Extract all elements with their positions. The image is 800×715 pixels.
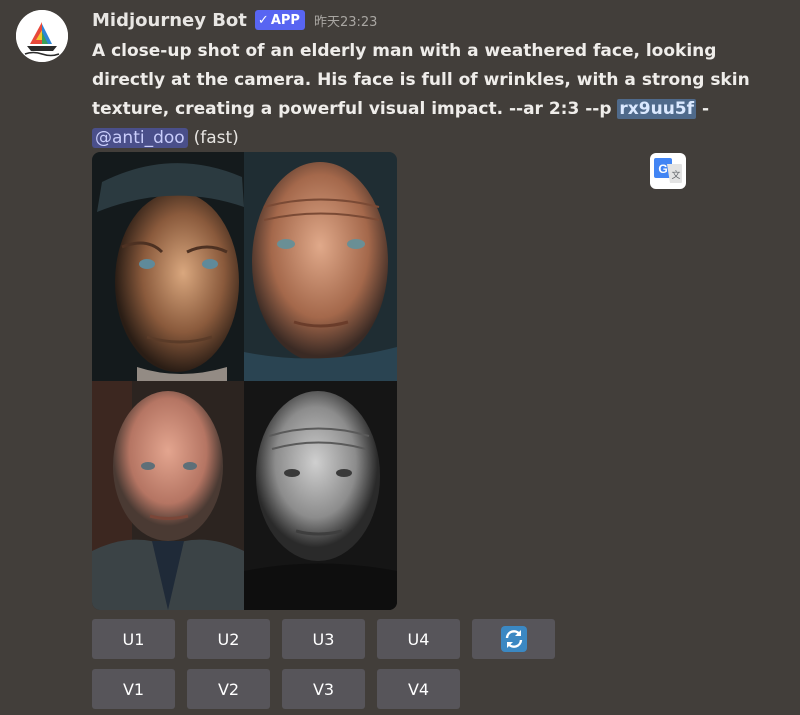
speed-label: (fast) bbox=[193, 128, 239, 148]
image-portrait-3[interactable] bbox=[92, 381, 244, 610]
upscale-button-4[interactable]: U4 bbox=[377, 619, 460, 659]
badge-label: APP bbox=[270, 12, 300, 28]
upscale-button-2[interactable]: U2 bbox=[187, 619, 270, 659]
svg-text:文: 文 bbox=[671, 169, 680, 180]
variation-button-4[interactable]: V4 bbox=[377, 669, 460, 709]
message-header: Midjourney Bot ✓ APP 昨天23:23 bbox=[92, 8, 377, 32]
variation-button-1[interactable]: V1 bbox=[92, 669, 175, 709]
job-id: rx9uu5f bbox=[617, 99, 697, 119]
image-grid[interactable] bbox=[92, 152, 397, 610]
reroll-button[interactable] bbox=[472, 619, 555, 659]
refresh-icon bbox=[500, 626, 527, 652]
upscale-button-row: U1 U2 U3 U4 bbox=[92, 619, 567, 659]
variation-button-2[interactable]: V2 bbox=[187, 669, 270, 709]
bot-avatar[interactable] bbox=[16, 10, 68, 62]
chat-message: Midjourney Bot ✓ APP 昨天23:23 A close-up … bbox=[0, 0, 800, 715]
translate-button[interactable]: G 文 bbox=[650, 153, 686, 189]
message-content: A close-up shot of an elderly man with a… bbox=[92, 37, 772, 153]
image-portrait-4[interactable] bbox=[244, 381, 397, 610]
check-icon: ✓ bbox=[257, 12, 269, 28]
separator: - bbox=[696, 99, 710, 119]
svg-text:G: G bbox=[658, 162, 667, 176]
user-mention[interactable]: @anti_doo bbox=[92, 128, 188, 148]
variation-button-row: V1 V2 V3 V4 bbox=[92, 669, 472, 709]
image-portrait-1[interactable] bbox=[92, 152, 244, 381]
timestamp: 昨天23:23 bbox=[313, 14, 378, 30]
variation-button-3[interactable]: V3 bbox=[282, 669, 365, 709]
upscale-button-3[interactable]: U3 bbox=[282, 619, 365, 659]
google-translate-icon: G 文 bbox=[654, 158, 682, 183]
upscale-button-1[interactable]: U1 bbox=[92, 619, 175, 659]
author-name[interactable]: Midjourney Bot bbox=[92, 10, 247, 31]
sailboat-logo-icon bbox=[16, 10, 68, 62]
app-badge: ✓ APP bbox=[254, 10, 305, 30]
image-portrait-2[interactable] bbox=[244, 152, 397, 381]
